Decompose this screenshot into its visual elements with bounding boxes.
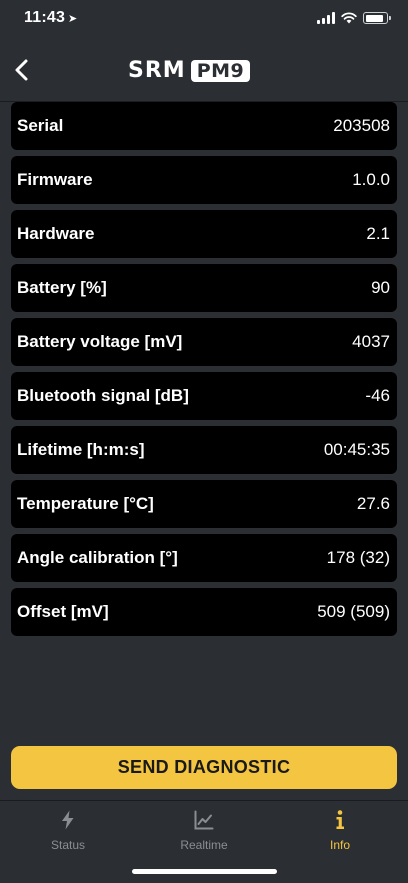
- info-icon: [336, 810, 344, 829]
- info-label: Lifetime [h:m:s]: [17, 440, 145, 459]
- info-row-battery: Battery [%] 90: [11, 264, 397, 312]
- info-value: 4037: [352, 332, 390, 351]
- tab-realtime[interactable]: Realtime: [136, 809, 272, 852]
- info-value: 178 (32): [326, 548, 390, 567]
- info-row-hardware: Hardware 2.1: [11, 210, 397, 258]
- location-arrow-icon: ➤: [68, 13, 78, 25]
- info-label: Firmware: [17, 170, 93, 189]
- info-label: Bluetooth signal [dB]: [17, 386, 189, 405]
- battery-icon: [363, 12, 391, 24]
- status-time: 11:43 ➤: [24, 9, 77, 27]
- tab-label: Info: [329, 838, 350, 852]
- logo-brand: SRM: [128, 58, 186, 83]
- screen: 11:43 ➤ SRM PM9 Serial 203508 Firmware 1…: [0, 0, 408, 883]
- info-label: Hardware: [17, 224, 95, 243]
- back-button[interactable]: [8, 56, 36, 84]
- info-label: Angle calibration [°]: [17, 548, 178, 567]
- info-row-serial: Serial 203508: [11, 102, 397, 150]
- chevron-left-icon: [15, 59, 28, 81]
- info-value: 00:45:35: [323, 440, 390, 459]
- home-indicator: [132, 869, 277, 874]
- logo: SRM PM9: [128, 58, 251, 83]
- clock-text: 11:43: [24, 9, 66, 26]
- info-label: Offset [mV]: [17, 602, 109, 621]
- info-row-angle-calibration: Angle calibration [°] 178 (32): [11, 534, 397, 582]
- info-value: 509 (509): [317, 602, 390, 621]
- header: SRM PM9: [0, 44, 408, 96]
- chart-icon: [194, 810, 214, 830]
- tab-status[interactable]: Status: [0, 809, 136, 852]
- info-row-firmware: Firmware 1.0.0: [11, 156, 397, 204]
- send-diagnostic-button[interactable]: SEND DIAGNOSTIC: [11, 746, 397, 789]
- lightning-icon: [62, 810, 74, 830]
- info-value: 1.0.0: [352, 170, 390, 189]
- info-value: -46: [365, 386, 390, 405]
- tab-info[interactable]: Info: [272, 809, 408, 852]
- wifi-icon: [341, 12, 357, 24]
- info-list: Serial 203508 Firmware 1.0.0 Hardware 2.…: [11, 102, 397, 636]
- status-bar: 11:43 ➤: [0, 0, 408, 40]
- tab-label: Status: [50, 838, 86, 852]
- tab-bar: Status Realtime Info: [0, 800, 408, 883]
- info-value: 2.1: [366, 224, 390, 243]
- info-row-temperature: Temperature [°C] 27.6: [11, 480, 397, 528]
- status-icons: [317, 12, 391, 24]
- info-label: Battery [%]: [17, 278, 107, 297]
- cellular-signal-icon: [317, 12, 335, 24]
- info-label: Temperature [°C]: [17, 494, 154, 513]
- logo-model: PM9: [190, 60, 251, 82]
- info-label: Battery voltage [mV]: [17, 332, 183, 351]
- info-row-offset: Offset [mV] 509 (509): [11, 588, 397, 636]
- info-label: Serial: [17, 116, 64, 135]
- info-value: 203508: [333, 116, 390, 135]
- info-row-battery-voltage: Battery voltage [mV] 4037: [11, 318, 397, 366]
- info-value: 90: [371, 278, 390, 297]
- info-row-bluetooth-signal: Bluetooth signal [dB] -46: [11, 372, 397, 420]
- tab-label: Realtime: [180, 838, 228, 852]
- info-row-lifetime: Lifetime [h:m:s] 00:45:35: [11, 426, 397, 474]
- info-value: 27.6: [356, 494, 390, 513]
